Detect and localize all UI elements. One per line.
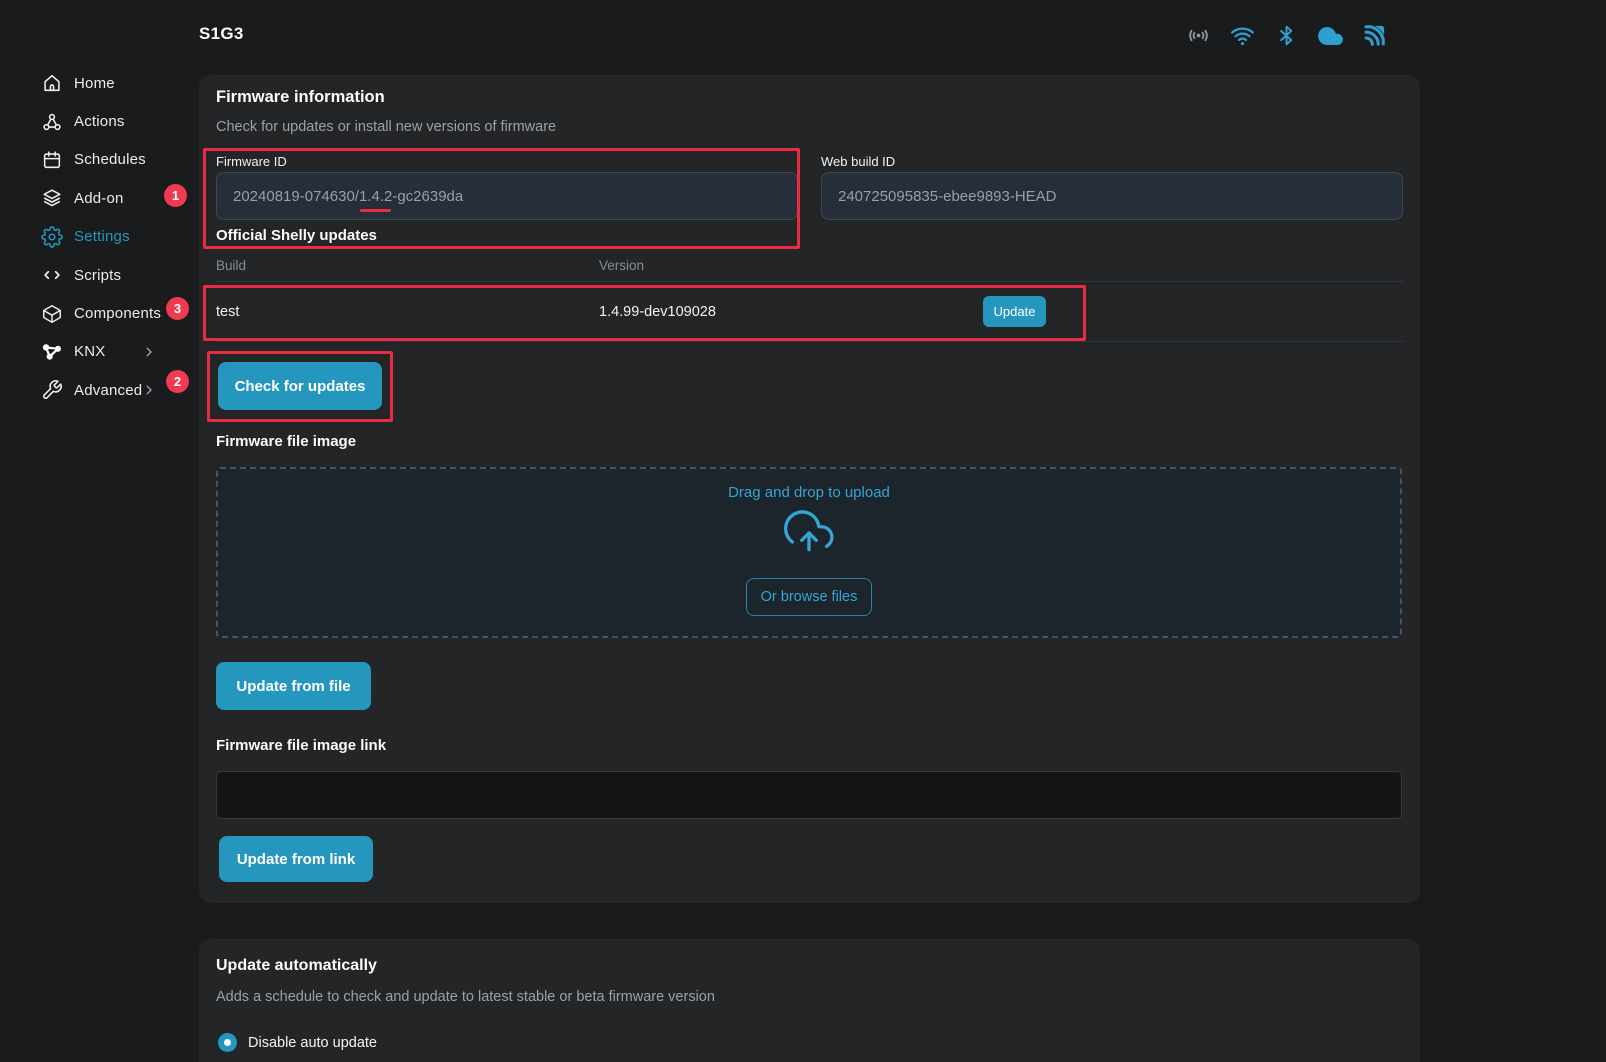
sidebar-item-add-on[interactable]: Add-on xyxy=(0,179,183,217)
sidebar-item-components[interactable]: Components xyxy=(0,294,183,332)
sidebar-item-label: Advanced xyxy=(74,382,142,399)
web-build-id-value: 240725095835-ebee9893-HEAD xyxy=(838,188,1057,205)
firmware-upload-dropzone[interactable]: Drag and drop to upload Or browse files xyxy=(216,467,1402,638)
knx-network-icon xyxy=(40,340,63,363)
update-table-row: test 1.4.99-dev109028 Update xyxy=(216,282,1403,341)
sidebar-item-settings[interactable]: Settings xyxy=(0,218,183,256)
column-header-build: Build xyxy=(216,258,246,273)
check-for-updates-button[interactable]: Check for updates xyxy=(218,362,382,410)
sidebar-item-label: Home xyxy=(74,75,115,92)
firmware-id-value-suffix: -gc2639da xyxy=(392,188,463,205)
sidebar-item-label: Components xyxy=(74,305,161,322)
auto-update-title: Update automatically xyxy=(216,957,377,975)
layers-icon xyxy=(40,187,63,210)
firmware-card-subtitle: Check for updates or install new version… xyxy=(216,119,556,135)
official-updates-title: Official Shelly updates xyxy=(216,227,377,244)
firmware-id-value-prefix: 20240819-074630/ xyxy=(233,188,359,205)
firmware-file-image-title: Firmware file image xyxy=(216,433,356,450)
chevron-right-icon xyxy=(142,383,156,397)
home-icon xyxy=(40,72,63,95)
row-update-button[interactable]: Update xyxy=(983,296,1046,327)
sidebar-item-actions[interactable]: Actions xyxy=(0,102,183,140)
webhook-icon xyxy=(40,110,63,133)
sidebar-item-schedules[interactable]: Schedules xyxy=(0,141,183,179)
sidebar-item-home[interactable]: Home xyxy=(0,64,183,102)
update-automatically-card: Update automatically Adds a schedule to … xyxy=(199,939,1420,1062)
sidebar-item-label: Schedules xyxy=(74,151,146,168)
update-from-file-button[interactable]: Update from file xyxy=(216,662,371,710)
sidebar-item-scripts[interactable]: Scripts xyxy=(0,256,183,294)
package-icon xyxy=(40,302,63,325)
sidebar-item-label: Add-on xyxy=(74,190,124,207)
row-build-cell: test xyxy=(216,304,239,320)
column-header-version: Version xyxy=(599,258,644,273)
code-icon xyxy=(40,264,63,287)
bluetooth-icon[interactable] xyxy=(1273,22,1300,49)
gear-icon xyxy=(40,225,63,248)
sidebar-item-label: Settings xyxy=(74,228,130,245)
sidebar-item-knx[interactable]: KNX xyxy=(0,333,183,371)
page-title: S1G3 xyxy=(199,24,244,44)
firmware-id-field[interactable]: 20240819-074630/1.4.2-gc2639da xyxy=(216,172,798,220)
sidebar-item-label: Actions xyxy=(74,113,125,130)
firmware-link-input[interactable] xyxy=(216,771,1402,819)
firmware-id-value-highlighted: 1.4.2 xyxy=(359,188,392,205)
access-point-icon[interactable] xyxy=(1185,22,1212,49)
update-from-link-button[interactable]: Update from link xyxy=(219,836,373,882)
sidebar-item-advanced[interactable]: Advanced xyxy=(0,371,183,409)
chevron-right-icon xyxy=(142,345,156,359)
firmware-id-label: Firmware ID xyxy=(216,154,287,169)
browse-files-button[interactable]: Or browse files xyxy=(746,578,872,616)
cloud-icon[interactable] xyxy=(1317,22,1344,49)
row-version-cell: 1.4.99-dev109028 xyxy=(599,304,716,320)
radio-selected-icon xyxy=(218,1033,237,1052)
firmware-card-title: Firmware information xyxy=(216,88,385,107)
wrench-icon xyxy=(40,379,63,402)
sidebar-item-label: KNX xyxy=(74,343,105,360)
mqtt-icon[interactable] xyxy=(1361,22,1388,49)
web-build-id-label: Web build ID xyxy=(821,154,895,169)
shelly-device-page: S1G3 xyxy=(0,0,1606,1062)
firmware-file-link-title: Firmware file image link xyxy=(216,737,386,754)
firmware-information-card: Firmware information Check for updates o… xyxy=(199,75,1420,903)
sidebar-item-label: Scripts xyxy=(74,267,121,284)
radio-label: Disable auto update xyxy=(248,1035,377,1051)
divider xyxy=(216,341,1403,342)
upload-cloud-icon xyxy=(784,508,834,563)
auto-update-subtitle: Adds a schedule to check and update to l… xyxy=(216,989,715,1005)
sidebar-nav: Home Actions Schedules xyxy=(0,64,183,410)
web-build-id-field[interactable]: 240725095835-ebee9893-HEAD xyxy=(821,172,1403,220)
status-icon-bar xyxy=(1185,22,1388,49)
wifi-icon[interactable] xyxy=(1229,22,1256,49)
calendar-icon xyxy=(40,148,63,171)
disable-auto-update-radio[interactable]: Disable auto update xyxy=(218,1033,377,1052)
dropzone-text: Drag and drop to upload xyxy=(218,484,1400,501)
